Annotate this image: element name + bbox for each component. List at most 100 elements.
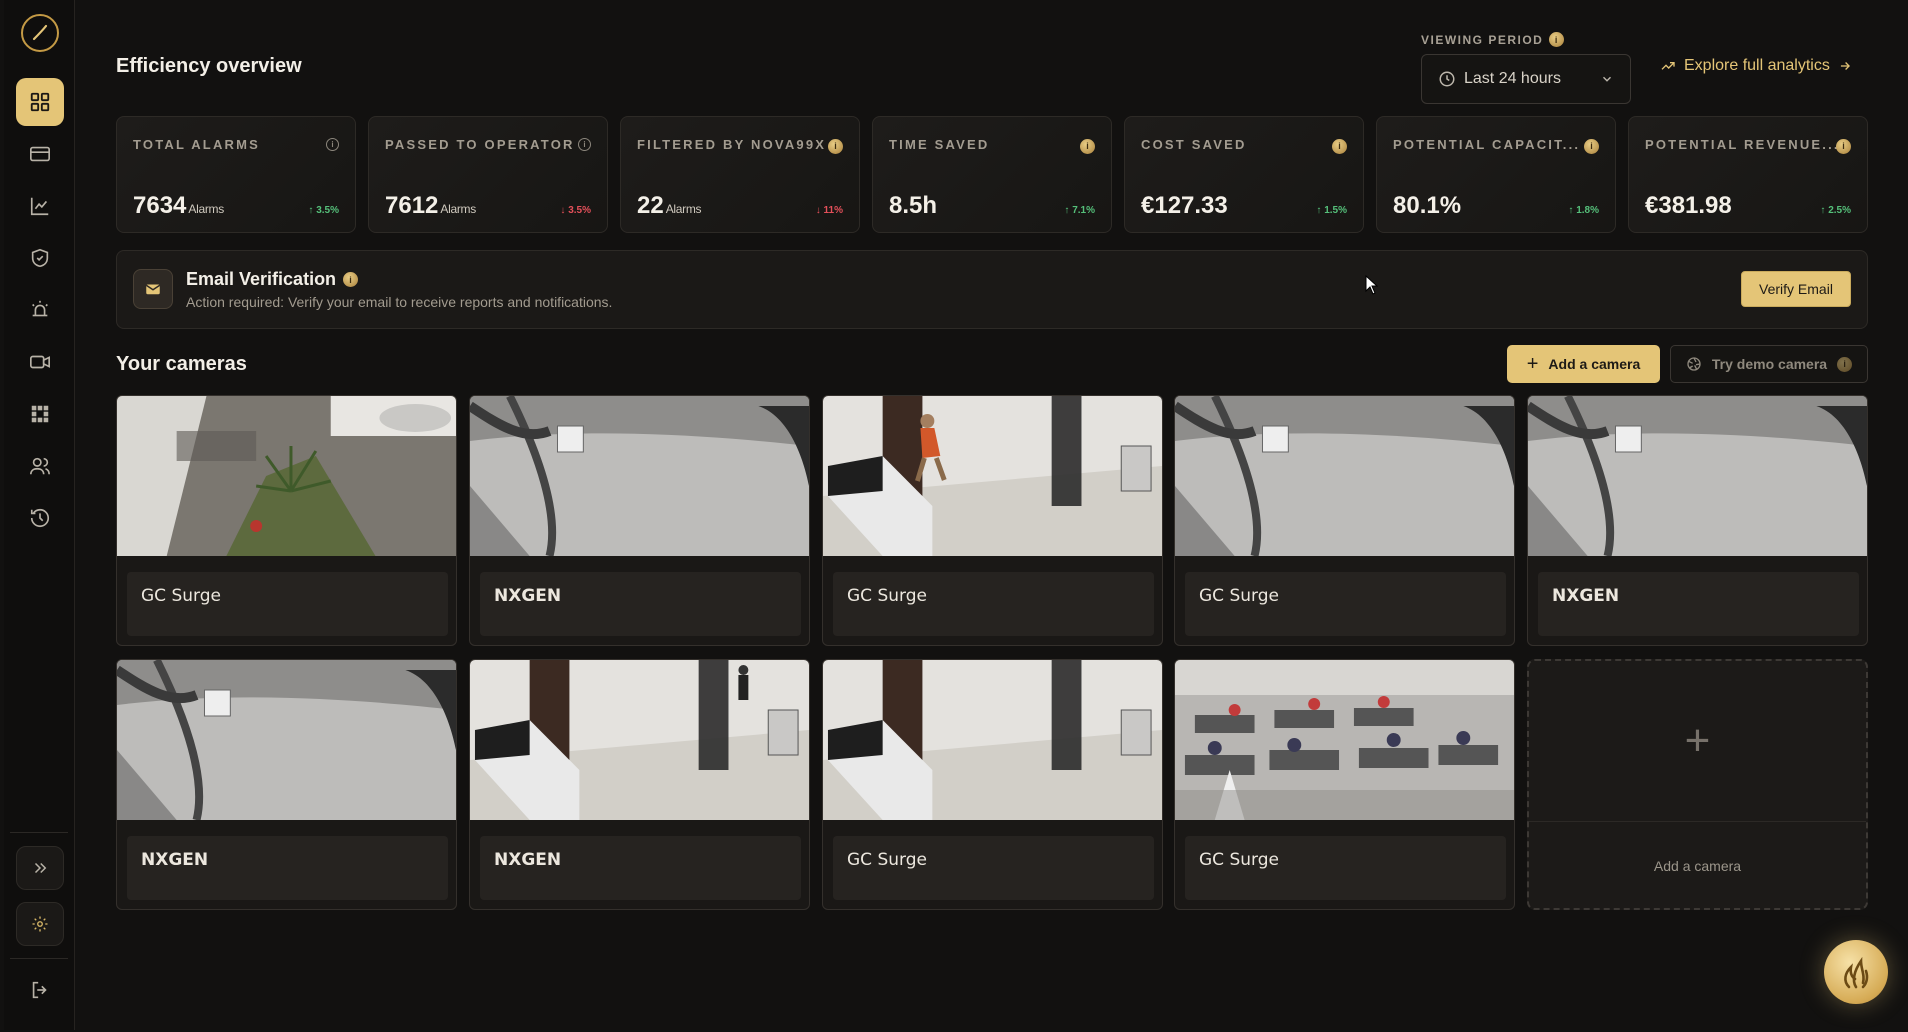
stat-value: 8.5h [889, 192, 938, 219]
sidebar-item-grid[interactable] [16, 390, 64, 438]
stat-delta: ↑ 2.5% [1820, 205, 1851, 216]
camera-card[interactable]: GC Surge [822, 395, 1163, 646]
camera-card[interactable]: NXGEN [1527, 395, 1868, 646]
cameras-section-title: Your cameras [116, 353, 247, 375]
stat-delta: ↑ 1.8% [1568, 205, 1599, 216]
sidebar-item-history[interactable] [16, 494, 64, 542]
camera-thumbnail [1175, 660, 1514, 820]
arrow-right-icon [1840, 62, 1850, 70]
sidebar-item-users[interactable] [16, 442, 64, 490]
camera-card[interactable]: GC Surge [116, 395, 457, 646]
camera-card[interactable]: GC Surge [1174, 395, 1515, 646]
viewing-period-value: Last 24 hours [1464, 70, 1561, 87]
sidebar-item-analytics[interactable] [16, 182, 64, 230]
camera-thumbnail [823, 396, 1162, 556]
camera-thumbnail [470, 660, 809, 820]
settings-button[interactable] [16, 902, 64, 946]
camera-name: NXGEN [127, 836, 448, 900]
add-camera-tile[interactable]: + Add a camera [1527, 659, 1868, 910]
grid-icon [31, 405, 49, 423]
shield-icon [31, 248, 49, 268]
info-icon[interactable]: i [1332, 136, 1347, 154]
trend-icon [1661, 62, 1675, 70]
logout-button[interactable] [16, 966, 64, 1014]
banner-title: Email Verification i [186, 269, 359, 290]
camera-name: NXGEN [1538, 572, 1859, 636]
camera-name: GC Surge [1185, 836, 1506, 900]
viewing-period-label: VIEWING PERIOD i [1421, 32, 1565, 47]
sidebar-item-billing[interactable] [16, 130, 64, 178]
stat-card-cost-saved: COST SAVED i €127.33 ↑ 1.5% [1124, 116, 1364, 233]
flame-icon [1844, 956, 1869, 989]
add-camera-label: Add a camera [1548, 356, 1641, 372]
assistant-button[interactable] [1824, 940, 1888, 1004]
stat-label: TOTAL ALARMS [133, 137, 261, 152]
camera-name: GC Surge [1185, 572, 1506, 636]
plus-icon: + [1526, 352, 1539, 375]
sidebar [4, 0, 75, 1030]
brand-logo[interactable] [21, 14, 59, 52]
stat-value: 22 Alarms [637, 192, 702, 219]
stat-value: 80.1% [1393, 192, 1462, 219]
camera-name: GC Surge [127, 572, 448, 636]
camera-thumbnail [470, 396, 809, 556]
stat-card-time-saved: TIME SAVED i 8.5h ↑ 7.1% [872, 116, 1112, 233]
sidebar-divider-bottom [10, 958, 68, 959]
app-root: Efficiency overview VIEWING PERIOD i Las… [0, 0, 1908, 1032]
camera-card[interactable]: NXGEN [116, 659, 457, 910]
info-icon[interactable]: i [1584, 136, 1599, 154]
sidebar-item-alarms[interactable] [16, 286, 64, 334]
camera-name: GC Surge [833, 836, 1154, 900]
camera-card[interactable]: GC Surge [1174, 659, 1515, 910]
stat-card-potential-revenue: POTENTIAL REVENUE... i €381.98 ↑ 2.5% [1628, 116, 1868, 233]
stat-card-total-alarms: TOTAL ALARMS i 7634 Alarms ↑ 3.5% [116, 116, 356, 233]
camera-name: GC Surge [833, 572, 1154, 636]
expand-sidebar-button[interactable] [16, 846, 64, 890]
camera-icon [30, 355, 50, 369]
aperture-icon [1687, 357, 1701, 371]
camera-name: NXGEN [480, 572, 801, 636]
sidebar-item-security[interactable] [16, 234, 64, 282]
explore-analytics-link[interactable]: Explore full analytics [1660, 57, 1852, 75]
logout-icon [32, 981, 47, 999]
sidebar-item-cameras[interactable] [16, 338, 64, 386]
sidebar-divider [10, 832, 68, 833]
camera-card[interactable]: NXGEN [469, 395, 810, 646]
info-icon[interactable]: i [326, 138, 339, 151]
mouse-cursor-icon [1365, 275, 1379, 295]
stat-delta: ↓ 11% [815, 205, 843, 216]
camera-card[interactable]: GC Surge [822, 659, 1163, 910]
stat-label: PASSED TO OPERATOR [385, 137, 575, 152]
stat-value: 7612 Alarms [385, 192, 476, 219]
try-demo-camera-label: Try demo camera [1711, 356, 1828, 372]
sidebar-item-dashboard[interactable] [16, 78, 64, 126]
chart-icon [30, 197, 49, 216]
add-camera-button[interactable]: + Add a camera [1507, 345, 1660, 383]
camera-name: NXGEN [480, 836, 801, 900]
info-icon[interactable]: i [1549, 32, 1565, 47]
try-demo-camera-button[interactable]: Try demo camera i [1670, 345, 1868, 383]
stat-delta: ↑ 1.5% [1316, 205, 1347, 216]
stat-label: POTENTIAL REVENUE... [1645, 137, 1840, 152]
viewing-period-select[interactable]: Last 24 hours [1421, 54, 1631, 104]
dashboard-icon [30, 92, 50, 112]
add-camera-tile-label: Add a camera [1653, 858, 1742, 874]
info-icon[interactable]: i [1836, 136, 1851, 154]
page-title: Efficiency overview [116, 55, 302, 77]
info-icon[interactable]: i [1080, 136, 1095, 154]
info-icon[interactable]: i [828, 136, 843, 154]
verify-email-button[interactable]: Verify Email [1741, 271, 1851, 307]
info-icon[interactable]: i [343, 272, 359, 287]
users-icon [30, 457, 50, 475]
gear-icon [32, 916, 48, 932]
alarm-icon [32, 300, 48, 317]
stat-card-passed-to-operator: PASSED TO OPERATOR i 7612 Alarms ↓ 3.5% [368, 116, 608, 233]
stat-delta: ↓ 3.5% [560, 205, 591, 216]
camera-card[interactable]: NXGEN [469, 659, 810, 910]
info-icon[interactable]: i [578, 138, 591, 151]
stat-label: COST SAVED [1141, 137, 1247, 152]
camera-thumbnail [1175, 396, 1514, 556]
info-icon[interactable]: i [1837, 356, 1853, 372]
camera-thumbnail [1528, 396, 1867, 556]
mail-icon [133, 269, 173, 309]
